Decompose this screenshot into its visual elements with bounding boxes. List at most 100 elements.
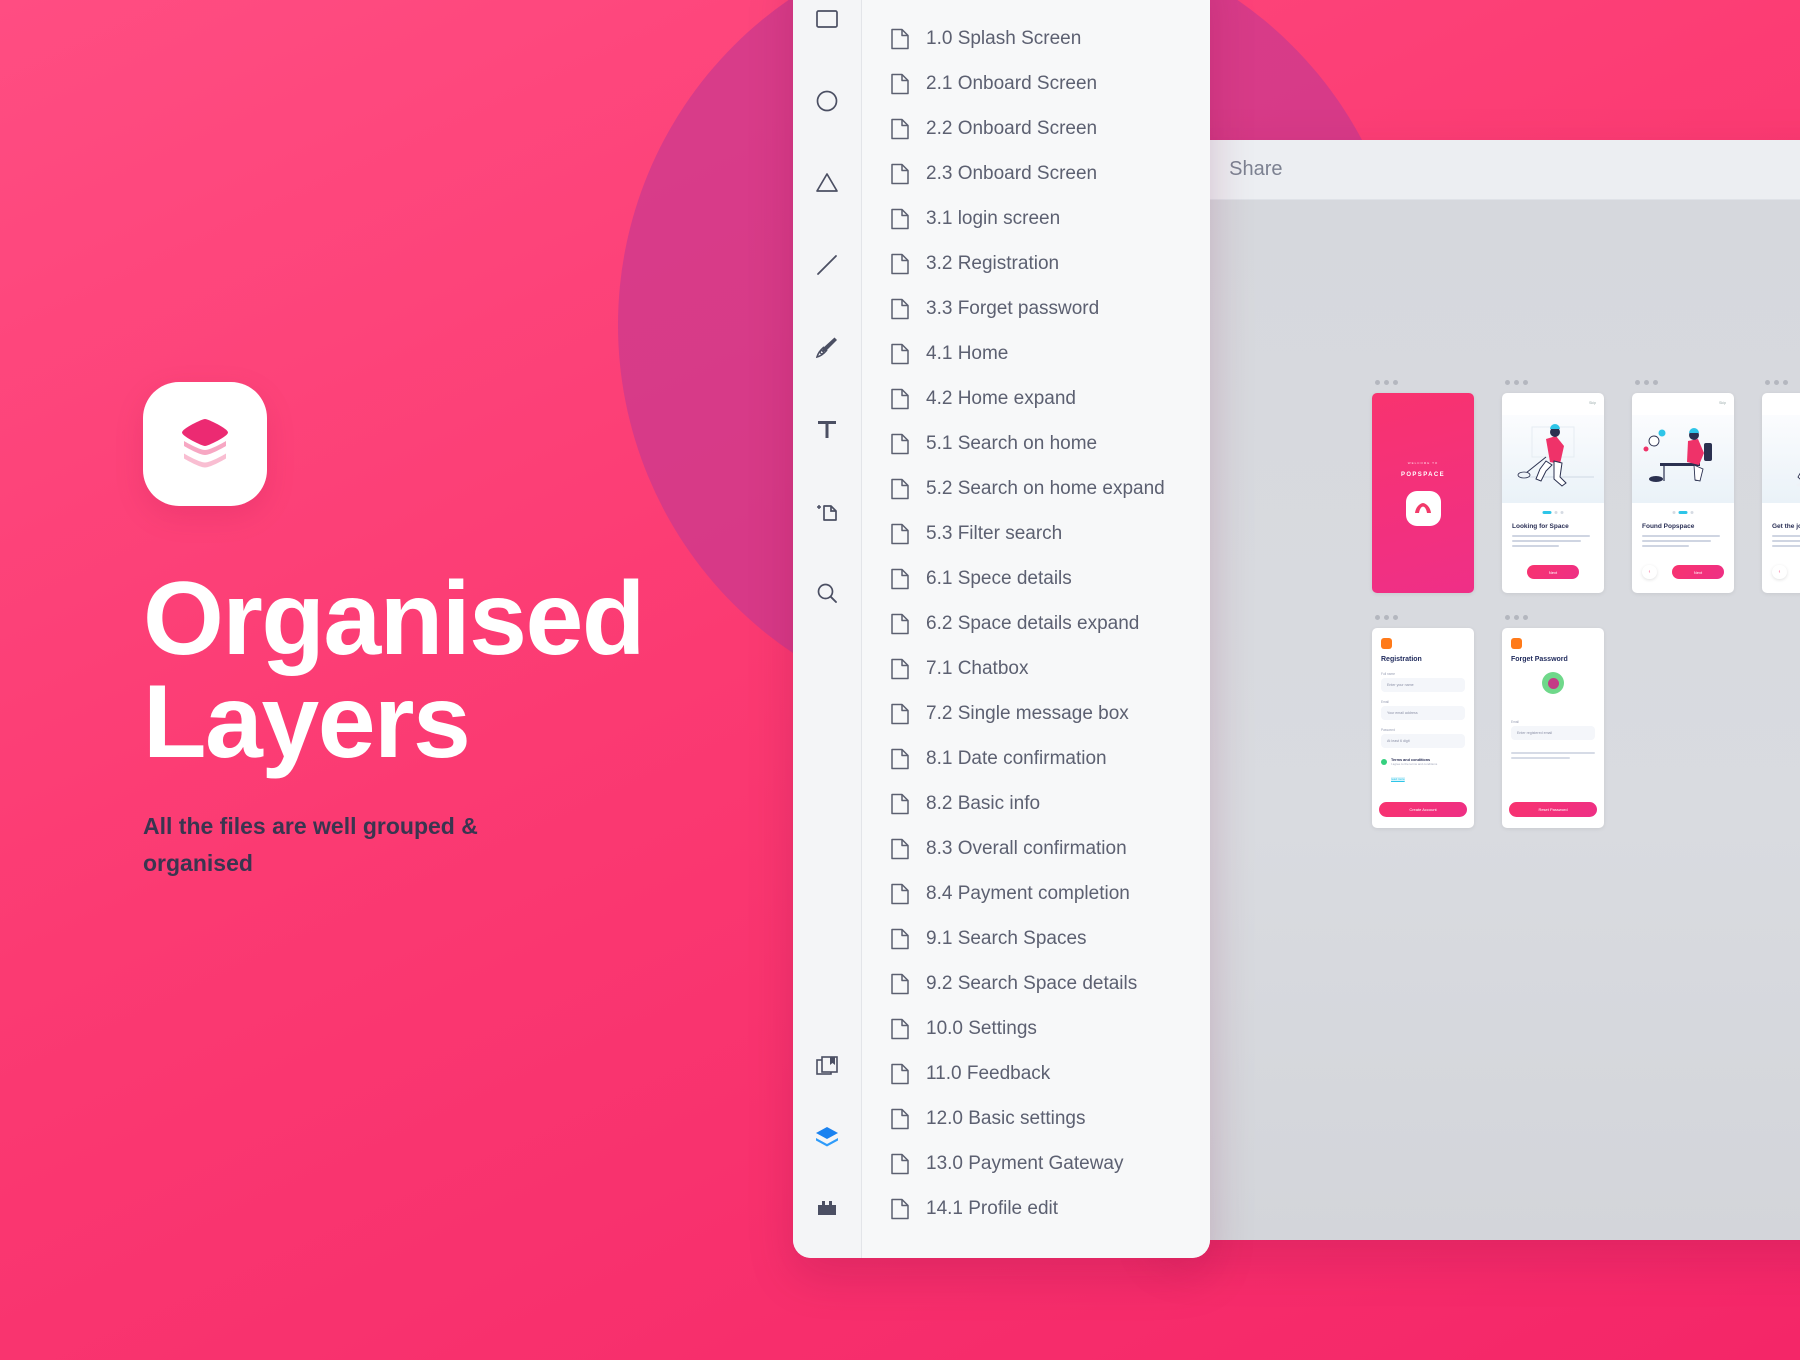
thumbnail-onboard-3[interactable]: Get the job done ‹ Finish [1762, 380, 1800, 593]
page-subtitle: All the files are well grouped & organis… [143, 812, 478, 877]
pages-panel-button[interactable] [805, 1044, 849, 1090]
artboard-row[interactable]: 5.1 Search on home [862, 421, 1210, 466]
thumbnail-handle-dots [1502, 615, 1604, 620]
rectangle-tool[interactable] [805, 0, 849, 42]
layers-panel-button[interactable] [805, 1114, 849, 1160]
artboard-row[interactable]: 8.1 Date confirmation [862, 736, 1210, 781]
onboard-skip-label[interactable]: Skip [1589, 401, 1596, 405]
design-canvas[interactable]: WELCOME TO POPSPACE Skip Looking for Spa… [1162, 200, 1800, 1240]
thumbnail-body: WELCOME TO POPSPACE [1372, 393, 1474, 593]
artboard-row-label: 4.1 Home [926, 342, 1009, 364]
artboard-row[interactable]: 8.4 Payment completion [862, 871, 1210, 916]
app-logo-tile [143, 382, 267, 506]
artboard-row[interactable]: 5.2 Search on home expand [862, 466, 1210, 511]
pen-icon [815, 337, 837, 359]
forget-password-note-lines [1511, 752, 1595, 762]
artboard-row[interactable]: 14.1 Profile edit [862, 1186, 1210, 1231]
registration-email-field[interactable]: Email Your email address [1381, 700, 1465, 720]
registration-title: Registration [1381, 656, 1422, 663]
artboard-row[interactable]: 5.3 Filter search [862, 511, 1210, 556]
forget-email-field[interactable]: Email Enter registered email [1511, 720, 1595, 740]
onboard-illustration [1632, 415, 1734, 503]
artboard-row[interactable]: 4.2 Home expand [862, 376, 1210, 421]
thumbnail-body: Skip [1632, 393, 1734, 593]
field-input[interactable]: Your email address [1381, 706, 1465, 720]
artboard-row[interactable]: 8.3 Overall confirmation [862, 826, 1210, 871]
document-icon [891, 793, 909, 814]
onboard-next-button[interactable]: Next [1527, 565, 1579, 579]
document-icon [891, 748, 909, 769]
artboard-row-label: 7.2 Single message box [926, 702, 1129, 724]
artboard-row[interactable]: 12.0 Basic settings [862, 1096, 1210, 1141]
app-chip-icon [1511, 638, 1522, 649]
artboard-row-label: 8.2 Basic info [926, 792, 1041, 814]
artboard-row[interactable]: 8.2 Basic info [862, 781, 1210, 826]
artboard-row[interactable]: 1.0 Splash Screen [862, 16, 1210, 61]
thumbnail-splash[interactable]: WELCOME TO POPSPACE [1372, 380, 1474, 593]
artboard-row-label: 13.0 Payment Gateway [926, 1152, 1124, 1174]
artboard-row[interactable]: 4.1 Home [862, 331, 1210, 376]
document-icon [891, 1108, 909, 1129]
magnifier-icon [817, 583, 837, 603]
line-tool[interactable] [805, 242, 849, 288]
components-panel-button[interactable] [805, 1184, 849, 1230]
document-icon [891, 1153, 909, 1174]
artboard-row[interactable]: 6.1 Spece details [862, 556, 1210, 601]
layers-stack-icon [182, 419, 228, 468]
onboard-next-button[interactable]: Next [1672, 565, 1724, 579]
pen-tool[interactable] [805, 324, 849, 370]
text-tool[interactable] [805, 406, 849, 452]
artboard-row[interactable]: 11.0 Feedback [862, 1051, 1210, 1096]
splash-wordmark: POPSPACE [1400, 471, 1446, 478]
field-input[interactable]: At least 6 digit [1381, 734, 1465, 748]
onboard-back-button[interactable]: ‹ [1642, 565, 1657, 579]
terms-checkbox-row[interactable]: Terms and conditions I agree to the term… [1381, 758, 1467, 785]
onboard-skip-label[interactable]: Skip [1719, 401, 1726, 405]
field-label: Password [1381, 728, 1395, 732]
artboard-row[interactable]: 2.3 Onboard Screen [862, 151, 1210, 196]
terms-readmore-link[interactable]: read more [1391, 776, 1405, 781]
field-input[interactable]: Enter registered email [1511, 726, 1595, 740]
artboard-row[interactable]: 10.0 Settings [862, 1006, 1210, 1051]
document-icon [891, 388, 909, 409]
artboard-row[interactable]: 9.2 Search Space details [862, 961, 1210, 1006]
artboard-row[interactable]: 7.2 Single message box [862, 691, 1210, 736]
artboard-row[interactable]: 7.1 Chatbox [862, 646, 1210, 691]
thumbnail-registration[interactable]: Registration Full name Enter your name E… [1372, 615, 1474, 828]
artboard-row-label: 2.1 Onboard Screen [926, 72, 1098, 94]
registration-password-field[interactable]: Password At least 6 digit [1381, 728, 1465, 748]
thumbnail-handle-dots [1632, 380, 1734, 385]
artboard-row-label: 3.1 login screen [926, 207, 1061, 229]
zoom-tool[interactable] [805, 570, 849, 616]
field-input[interactable]: Enter your name [1381, 678, 1465, 692]
registration-name-field[interactable]: Full name Enter your name [1381, 672, 1465, 692]
onboard-title: Looking for Space [1512, 523, 1569, 530]
triangle-tool[interactable] [805, 160, 849, 206]
onboard-back-button[interactable]: ‹ [1772, 565, 1787, 579]
pages-icon [816, 1056, 838, 1075]
thumbnail-forget-password[interactable]: Forget Password Email Enter registered e… [1502, 615, 1604, 828]
tools-rail-bottom-group [793, 1044, 861, 1230]
create-account-button[interactable]: Create Account [1379, 802, 1467, 817]
onboard-illustration [1502, 415, 1604, 503]
artboard-row[interactable]: 9.1 Search Spaces [862, 916, 1210, 961]
thumbnail-onboard-2[interactable]: Skip Found Popspace ‹ Next [1632, 380, 1734, 593]
menu-item-share[interactable]: Share [1229, 158, 1282, 181]
document-icon [891, 433, 909, 454]
artboard-row[interactable]: 13.0 Payment Gateway [862, 1141, 1210, 1186]
reset-password-button[interactable]: Reset Password [1509, 802, 1597, 817]
artboard-row[interactable]: 6.2 Space details expand [862, 601, 1210, 646]
artboard-row[interactable]: 3.1 login screen [862, 196, 1210, 241]
ellipse-tool[interactable] [805, 78, 849, 124]
artboard-tool[interactable] [805, 488, 849, 534]
text-T-icon [818, 421, 836, 438]
artboard-row[interactable]: 2.1 Onboard Screen [862, 61, 1210, 106]
document-icon [891, 253, 909, 274]
artboard-row[interactable]: 3.2 Registration [862, 241, 1210, 286]
layers-list[interactable]: ARTBOARDS 1.0 Splash Screen 2.1 Onboard S… [862, 0, 1210, 1258]
thumbnail-onboard-1[interactable]: Skip Looking for Space Next [1502, 380, 1604, 593]
artboard-row[interactable]: 3.3 Forget password [862, 286, 1210, 331]
onboard-pagination-dots [1542, 511, 1564, 514]
document-icon [891, 928, 909, 949]
artboard-row[interactable]: 2.2 Onboard Screen [862, 106, 1210, 151]
